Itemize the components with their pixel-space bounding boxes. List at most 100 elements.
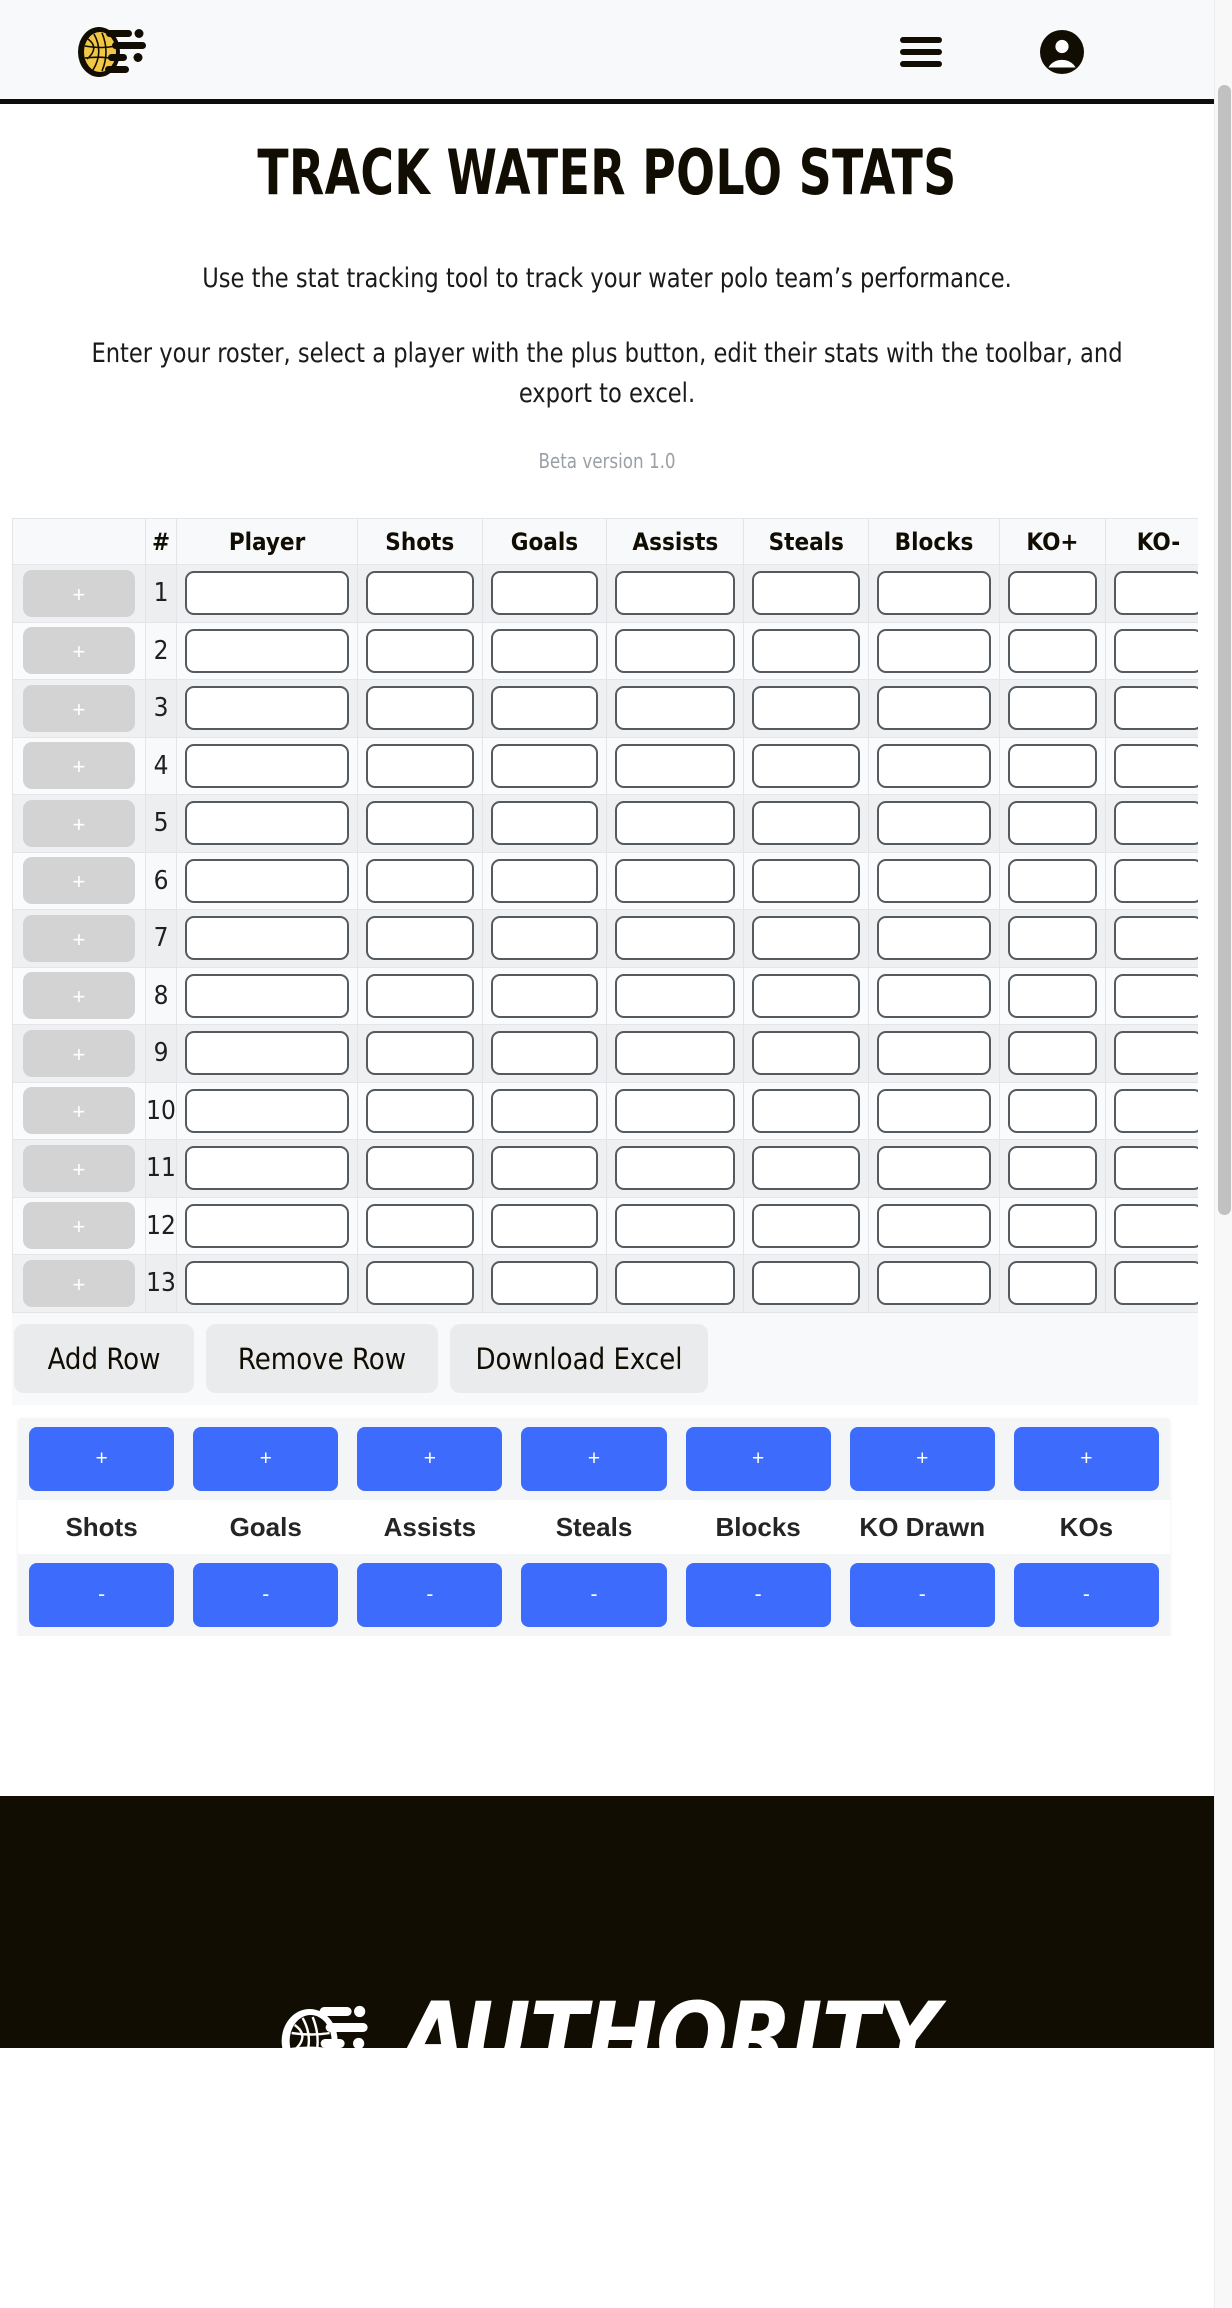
shots-input[interactable] — [365, 1088, 474, 1133]
site-logo[interactable] — [72, 26, 164, 78]
blocks-input[interactable] — [877, 1146, 991, 1191]
ko-minus-input[interactable] — [1113, 743, 1198, 788]
goals-input[interactable] — [490, 686, 599, 731]
blocks-input[interactable] — [877, 571, 991, 616]
player-input[interactable] — [185, 1203, 349, 1248]
select-player-plus-button[interactable]: + — [22, 857, 135, 905]
add-row-button[interactable]: Add Row — [14, 1324, 194, 1393]
ko-plus-input[interactable] — [1007, 1146, 1097, 1191]
hamburger-menu-icon[interactable] — [900, 37, 942, 67]
select-player-plus-button[interactable]: + — [22, 1144, 135, 1192]
blocks-input[interactable] — [877, 1031, 991, 1076]
blocks-input[interactable] — [877, 801, 991, 846]
select-player-plus-button[interactable]: + — [22, 1259, 135, 1307]
roster-table-container[interactable]: # Player Shots Goals Assists Steals Bloc… — [12, 518, 1198, 1313]
shots-input[interactable] — [365, 916, 474, 961]
shots-input[interactable] — [365, 801, 474, 846]
goals-input[interactable] — [490, 801, 599, 846]
blocks-input[interactable] — [877, 743, 991, 788]
shots-input[interactable] — [365, 1031, 474, 1076]
goals-input[interactable] — [490, 858, 599, 903]
shots-input[interactable] — [365, 973, 474, 1018]
shots-input[interactable] — [365, 686, 474, 731]
select-player-plus-button[interactable]: + — [22, 799, 135, 847]
blocks-input[interactable] — [877, 916, 991, 961]
steals-input[interactable] — [752, 801, 861, 846]
steals-input[interactable] — [752, 1203, 861, 1248]
player-input[interactable] — [185, 743, 349, 788]
steals-input[interactable] — [752, 743, 861, 788]
select-player-plus-button[interactable]: + — [22, 914, 135, 962]
shots-input[interactable] — [365, 1146, 474, 1191]
account-circle-icon[interactable] — [1040, 30, 1084, 74]
ko-plus-input[interactable] — [1007, 686, 1097, 731]
goals-input[interactable] — [490, 1261, 599, 1306]
steals-input[interactable] — [752, 1088, 861, 1133]
blocks-input[interactable] — [877, 1261, 991, 1306]
increment-assists-button[interactable]: + — [357, 1426, 503, 1491]
steals-input[interactable] — [752, 628, 861, 673]
steals-input[interactable] — [752, 1146, 861, 1191]
ko-minus-input[interactable] — [1113, 628, 1198, 673]
select-player-plus-button[interactable]: + — [22, 627, 135, 675]
increment-ko-drawn-button[interactable]: + — [849, 1426, 995, 1491]
steals-input[interactable] — [752, 1261, 861, 1306]
decrement-kos-button[interactable]: - — [1013, 1562, 1159, 1627]
ko-plus-input[interactable] — [1007, 916, 1097, 961]
player-input[interactable] — [185, 628, 349, 673]
player-input[interactable] — [185, 1031, 349, 1076]
goals-input[interactable] — [490, 1088, 599, 1133]
shots-input[interactable] — [365, 743, 474, 788]
increment-blocks-button[interactable]: + — [685, 1426, 831, 1491]
decrement-shots-button[interactable]: - — [29, 1562, 175, 1627]
player-input[interactable] — [185, 916, 349, 961]
assists-input[interactable] — [615, 858, 736, 903]
assists-input[interactable] — [615, 628, 736, 673]
remove-row-button[interactable]: Remove Row — [206, 1324, 438, 1393]
assists-input[interactable] — [615, 1088, 736, 1133]
ko-plus-input[interactable] — [1007, 1088, 1097, 1133]
ko-plus-input[interactable] — [1007, 1261, 1097, 1306]
assists-input[interactable] — [615, 1203, 736, 1248]
footer-brand[interactable]: AUTHORITY — [276, 1990, 939, 2048]
decrement-steals-button[interactable]: - — [521, 1562, 667, 1627]
ko-minus-input[interactable] — [1113, 686, 1198, 731]
player-input[interactable] — [185, 1088, 349, 1133]
ko-minus-input[interactable] — [1113, 916, 1198, 961]
player-input[interactable] — [185, 571, 349, 616]
steals-input[interactable] — [752, 973, 861, 1018]
player-input[interactable] — [185, 973, 349, 1018]
steals-input[interactable] — [752, 686, 861, 731]
assists-input[interactable] — [615, 1261, 736, 1306]
decrement-assists-button[interactable]: - — [357, 1562, 503, 1627]
ko-minus-input[interactable] — [1113, 858, 1198, 903]
ko-plus-input[interactable] — [1007, 973, 1097, 1018]
player-input[interactable] — [185, 801, 349, 846]
assists-input[interactable] — [615, 686, 736, 731]
ko-plus-input[interactable] — [1007, 571, 1097, 616]
ko-minus-input[interactable] — [1113, 1261, 1198, 1306]
increment-kos-button[interactable]: + — [1013, 1426, 1159, 1491]
download-excel-button[interactable]: Download Excel — [450, 1324, 708, 1393]
goals-input[interactable] — [490, 916, 599, 961]
assists-input[interactable] — [615, 801, 736, 846]
blocks-input[interactable] — [877, 686, 991, 731]
select-player-plus-button[interactable]: + — [22, 972, 135, 1020]
assists-input[interactable] — [615, 973, 736, 1018]
player-input[interactable] — [185, 1146, 349, 1191]
decrement-blocks-button[interactable]: - — [685, 1562, 831, 1627]
goals-input[interactable] — [490, 743, 599, 788]
player-input[interactable] — [185, 858, 349, 903]
player-input[interactable] — [185, 686, 349, 731]
goals-input[interactable] — [490, 1203, 599, 1248]
ko-plus-input[interactable] — [1007, 628, 1097, 673]
player-input[interactable] — [185, 1261, 349, 1306]
assists-input[interactable] — [615, 1146, 736, 1191]
steals-input[interactable] — [752, 916, 861, 961]
blocks-input[interactable] — [877, 628, 991, 673]
blocks-input[interactable] — [877, 858, 991, 903]
goals-input[interactable] — [490, 628, 599, 673]
steals-input[interactable] — [752, 571, 861, 616]
assists-input[interactable] — [615, 743, 736, 788]
ko-plus-input[interactable] — [1007, 1031, 1097, 1076]
